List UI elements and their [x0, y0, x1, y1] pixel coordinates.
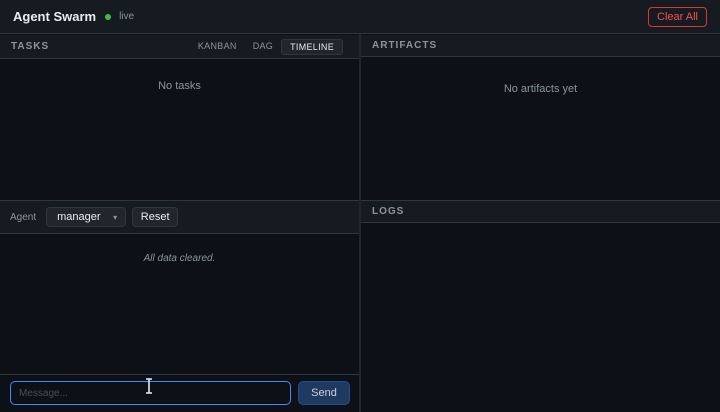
app-title: Agent Swarm	[13, 9, 97, 24]
chat-system-message: All data cleared.	[143, 253, 216, 264]
text-cursor-icon	[146, 378, 152, 394]
logs-title: LOGS	[372, 206, 405, 217]
chat-toolbar: Agent manager ▾ Reset	[0, 201, 359, 234]
artifacts-panel: ARTIFACTS No artifacts yet	[361, 35, 720, 200]
tasks-panel: TASKS KANBAN DAG TIMELINE No tasks	[0, 35, 359, 200]
tab-dag[interactable]: DAG	[245, 39, 281, 55]
tab-kanban[interactable]: KANBAN	[190, 39, 245, 55]
live-dot-icon	[105, 13, 112, 20]
tasks-header: TASKS KANBAN DAG TIMELINE	[0, 35, 359, 59]
agent-select[interactable]: manager ▾	[46, 207, 127, 227]
logs-panel: LOGS	[361, 201, 720, 412]
artifacts-empty-message: No artifacts yet	[503, 83, 578, 95]
vertical-divider[interactable]	[359, 34, 361, 412]
app-window: Agent Swarm live Clear All TASKS KANBAN …	[0, 0, 720, 412]
top-bar: Agent Swarm live Clear All	[0, 0, 720, 34]
tasks-empty-message: No tasks	[158, 80, 201, 92]
tasks-title: TASKS	[11, 41, 50, 52]
chat-input-bar: Send	[0, 374, 359, 412]
chat-panel: Agent manager ▾ Reset All data cleared. …	[0, 201, 359, 412]
agent-label: Agent	[10, 211, 37, 223]
artifacts-header: ARTIFACTS	[361, 35, 720, 57]
tab-timeline[interactable]: TIMELINE	[281, 39, 343, 55]
reset-button[interactable]: Reset	[132, 207, 179, 227]
artifacts-title: ARTIFACTS	[372, 40, 438, 51]
left-horizontal-divider	[0, 200, 359, 201]
agent-select-value: manager	[57, 211, 101, 223]
connection-status: live	[119, 11, 135, 22]
send-button[interactable]: Send	[298, 381, 350, 405]
chevron-down-icon: ▾	[113, 212, 118, 222]
clear-all-button[interactable]: Clear All	[648, 7, 707, 27]
logs-header: LOGS	[361, 201, 720, 223]
view-tabs: KANBAN DAG TIMELINE	[190, 39, 343, 55]
right-horizontal-divider	[361, 200, 720, 201]
